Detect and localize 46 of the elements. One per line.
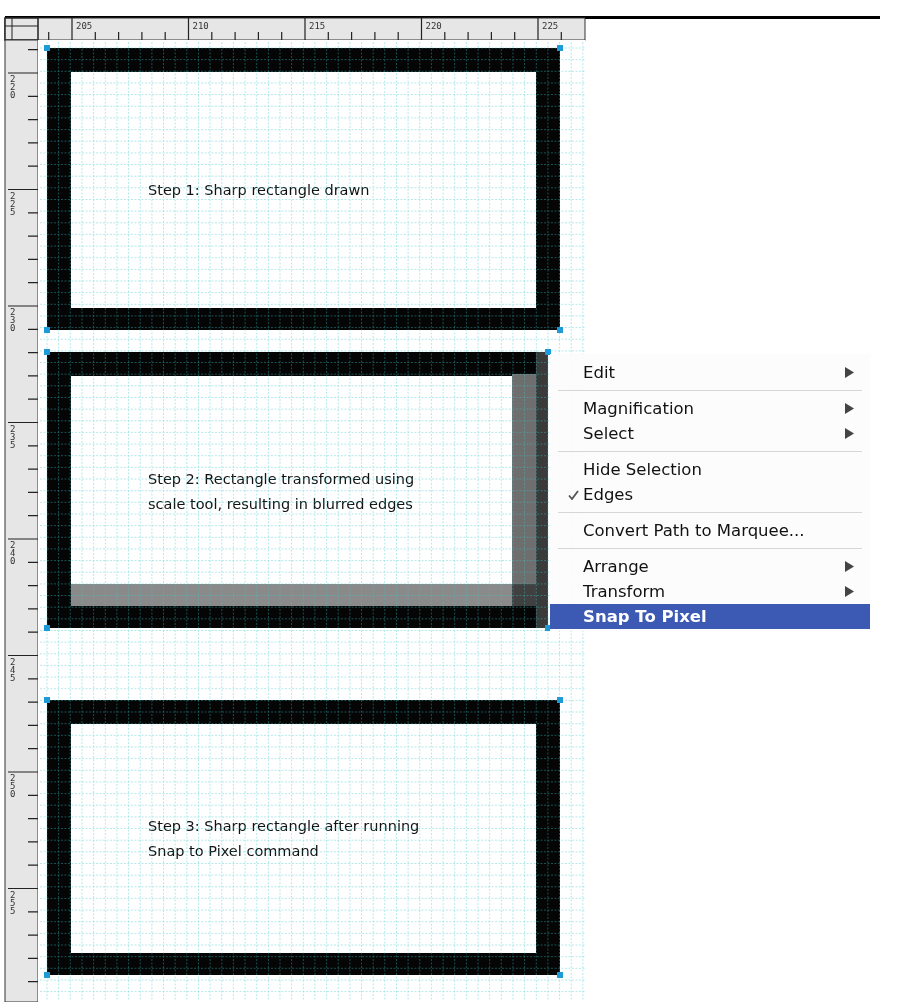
- ruler-label: 225: [542, 21, 559, 31]
- ruler-corner: [4, 17, 39, 41]
- menu-item[interactable]: Edges: [550, 482, 870, 507]
- menu-item[interactable]: Convert Path to Marquee...: [550, 518, 870, 543]
- selection-handle[interactable]: [557, 45, 563, 51]
- menu-item[interactable]: Magnification: [550, 396, 870, 421]
- ruler-label: 220: [10, 74, 16, 100]
- ruler-label: 220: [425, 21, 442, 31]
- ruler-label: 255: [10, 889, 16, 916]
- menu-item[interactable]: Arrange: [550, 554, 870, 579]
- caption-text: Step 2: Rectangle transformed using scale tool, resulting in blurred edges: [148, 470, 415, 512]
- menu-item-label: Transform: [583, 582, 667, 601]
- ruler-label: 205: [76, 21, 93, 31]
- selection-handle[interactable]: [44, 45, 50, 51]
- menu-item-label: Select: [583, 424, 635, 443]
- menu-item[interactable]: Select: [550, 421, 870, 446]
- ruler-label: 250: [10, 773, 16, 799]
- menu-item-label: Convert Path to Marquee...: [583, 521, 806, 540]
- ruler-label: 235: [10, 423, 16, 450]
- caption-text: Step 3: Sharp rectangle after running Snap to Pixel command: [148, 818, 420, 859]
- menu-item-label: Edit: [583, 363, 616, 382]
- ruler-label: 230: [10, 307, 16, 333]
- menu-item-label: Snap To Pixel: [583, 607, 708, 626]
- selection-handle[interactable]: [557, 972, 563, 978]
- caption-text: Step 1: Sharp rectangle drawn: [148, 182, 370, 198]
- menu-item[interactable]: Snap To Pixel: [550, 604, 870, 629]
- menu-item-label: Edges: [583, 485, 635, 504]
- selection-handle[interactable]: [44, 349, 50, 355]
- menu-item[interactable]: Hide Selection: [550, 457, 870, 482]
- menu-item[interactable]: Edit: [550, 360, 870, 385]
- menu-item-label: Arrange: [583, 557, 650, 576]
- menu-item[interactable]: Transform: [550, 579, 870, 604]
- ruler-label: 245: [10, 656, 16, 683]
- ruler-label: 225: [10, 190, 16, 217]
- menu-item-label: Magnification: [583, 399, 696, 418]
- menu-item-label: Hide Selection: [583, 460, 703, 479]
- selection-handle[interactable]: [557, 327, 563, 333]
- selection-handle[interactable]: [545, 349, 551, 355]
- selection-handle[interactable]: [44, 625, 50, 631]
- selection-handle[interactable]: [44, 327, 50, 333]
- ruler-label: 210: [192, 21, 209, 31]
- ruler-label: 215: [309, 21, 326, 31]
- selection-handle[interactable]: [44, 697, 50, 703]
- selection-handle[interactable]: [44, 972, 50, 978]
- selection-handle[interactable]: [557, 697, 563, 703]
- ruler-label: 240: [10, 540, 16, 566]
